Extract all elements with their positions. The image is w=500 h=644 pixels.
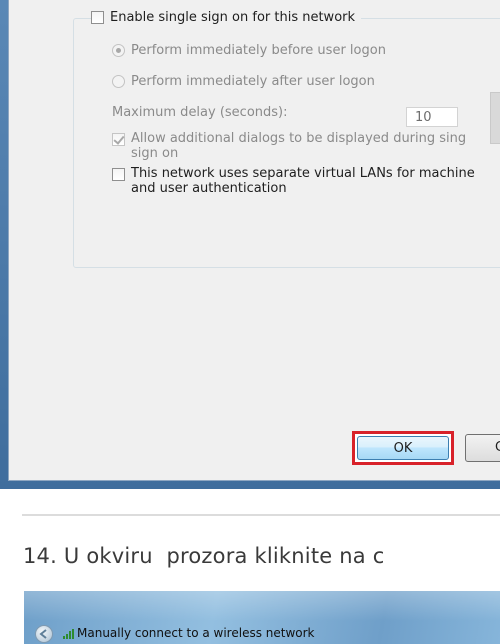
window-glass bbox=[24, 591, 500, 621]
allow-dialogs-row[interactable]: Allow additional dialogs to be displayed… bbox=[112, 131, 500, 161]
radio-before-logon-label: Perform immediately before user logon bbox=[131, 43, 386, 58]
section-divider bbox=[22, 514, 500, 516]
instruction-caption: 14. U okviru prozora kliknite na c bbox=[23, 544, 385, 568]
max-delay-label: Maximum delay (seconds): bbox=[112, 105, 288, 120]
ok-button[interactable]: OK bbox=[357, 436, 449, 460]
max-delay-input[interactable]: 10 bbox=[406, 107, 458, 127]
vlan-row[interactable]: This network uses separate virtual LANs … bbox=[112, 166, 500, 196]
ok-button-highlight[interactable]: OK bbox=[352, 431, 454, 465]
radio-after-logon[interactable] bbox=[112, 75, 125, 88]
dialog-screenshot: Enable single sign on for this network P… bbox=[0, 0, 500, 489]
allow-dialogs-checkbox[interactable] bbox=[112, 133, 125, 146]
wireless-signal-icon bbox=[63, 629, 74, 639]
radio-before-logon-row[interactable]: Perform immediately before user logon bbox=[112, 43, 386, 58]
wizard-title: Manually connect to a wireless network bbox=[77, 626, 315, 640]
radio-after-logon-label: Perform immediately after user logon bbox=[131, 74, 375, 89]
back-arrow-icon[interactable] bbox=[35, 625, 53, 643]
vlan-checkbox[interactable] bbox=[112, 168, 125, 181]
vlan-label-line2: and user authentication bbox=[131, 181, 287, 196]
sso-enable-row[interactable]: Enable single sign on for this network bbox=[91, 10, 362, 25]
radio-before-logon[interactable] bbox=[112, 44, 125, 57]
max-delay-row: Maximum delay (seconds): bbox=[112, 105, 288, 120]
wizard-screenshot: Manually connect to a wireless network bbox=[24, 591, 500, 644]
allow-dialogs-label-line2: sign on bbox=[131, 146, 179, 161]
cancel-button[interactable]: Ca bbox=[465, 434, 500, 462]
sso-enable-checkbox[interactable] bbox=[91, 11, 104, 24]
sso-enable-label: Enable single sign on for this network bbox=[110, 10, 356, 25]
radio-after-logon-row[interactable]: Perform immediately after user logon bbox=[112, 74, 375, 89]
vlan-label-line1: This network uses separate virtual LANs … bbox=[131, 166, 475, 181]
advanced-settings-dialog: Enable single sign on for this network P… bbox=[8, 0, 500, 481]
allow-dialogs-label-line1: Allow additional dialogs to be displayed… bbox=[131, 131, 467, 146]
